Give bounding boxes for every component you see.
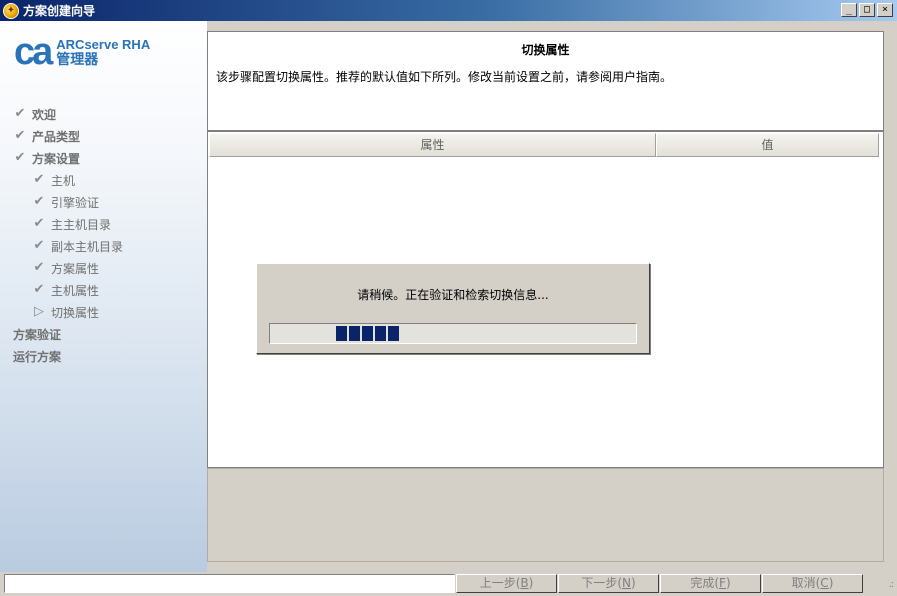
ca-logo: ca	[14, 31, 53, 73]
nav-item-run-scenario: 运行方案	[13, 346, 61, 366]
nav-item-label: 主主机目录	[51, 217, 112, 232]
check-icon: ✔	[14, 128, 26, 143]
nav-item-engine-verify: ✔ 引擎验证	[32, 192, 99, 212]
nav-item-scenario-props: ✔ 方案属性	[32, 258, 99, 278]
progress-block	[375, 326, 386, 341]
check-icon: ✔	[33, 282, 45, 297]
nav-item-welcome: ✔ 欢迎	[13, 104, 56, 124]
nav-item-label: 欢迎	[32, 107, 57, 122]
wizard-sidebar: ca ARCserve RHA 管理器 ✔ 欢迎 ✔ 产品类型 ✔ 方案设置 ✔…	[0, 21, 207, 572]
nav-item-master-dirs: ✔ 主主机目录	[32, 214, 111, 234]
check-icon: ✔	[33, 216, 45, 231]
nav-item-label: 副本主机目录	[51, 239, 124, 254]
nav-item-label: 引擎验证	[51, 195, 100, 210]
finish-button[interactable]: 完成(F)	[660, 574, 761, 593]
nav-item-scenario-setup: ✔ 方案设置	[13, 148, 80, 168]
nav-item-label: 产品类型	[32, 129, 81, 144]
nav-item-label: 主机属性	[51, 283, 100, 298]
nav-item-label: 运行方案	[13, 349, 62, 364]
description-panel	[207, 468, 884, 562]
nav-item-switchover-props: ▷ 切换属性	[32, 302, 99, 322]
progress-bar	[269, 323, 637, 344]
logo: ca ARCserve RHA 管理器	[14, 31, 151, 73]
next-button[interactable]: 下一步(N)	[558, 574, 659, 593]
nav-item-label: 方案验证	[13, 327, 62, 342]
product-subtitle: 管理器	[56, 52, 99, 68]
page-title: 切换属性	[521, 43, 570, 57]
check-icon: ✔	[33, 172, 45, 187]
nav-item-hosts: ✔ 主机	[32, 170, 75, 190]
nav-item-product-type: ✔ 产品类型	[13, 126, 80, 146]
wait-message: 请稍候。正在验证和检索切换信息...	[357, 288, 549, 302]
check-icon: ✔	[14, 150, 26, 165]
progress-block	[362, 326, 373, 341]
button-bar: 上一步(B) 下一步(N) 完成(F) 取消(C) .:	[0, 572, 897, 596]
nav-item-label: 主机	[51, 173, 76, 188]
nav-item-label: 方案设置	[32, 151, 81, 166]
app-icon[interactable]: ✦	[3, 2, 19, 19]
progress-block	[388, 326, 399, 341]
nav-item-host-props: ✔ 主机属性	[32, 280, 99, 300]
table-header: 属性 值	[209, 133, 879, 157]
window-title: 方案创建向导	[23, 4, 96, 18]
cancel-button[interactable]: 取消(C)	[762, 574, 863, 593]
progress-block	[336, 326, 347, 341]
arrow-right-icon: ▷	[34, 304, 44, 319]
resize-grip-icon[interactable]: .:	[888, 579, 893, 590]
nav-item-label: 方案属性	[51, 261, 100, 276]
column-header-value[interactable]: 值	[656, 133, 879, 157]
column-header-property[interactable]: 属性	[209, 133, 656, 157]
product-name: ARCserve RHA	[56, 37, 151, 52]
check-icon: ✔	[33, 238, 45, 253]
page-description: 该步骤配置切换属性。推荐的默认值如下所列。修改当前设置之前，请参阅用户指南。	[216, 70, 673, 84]
check-icon: ✔	[33, 260, 45, 275]
minimize-button[interactable]: _	[841, 3, 857, 17]
maximize-button[interactable]: □	[859, 3, 875, 17]
status-field	[4, 574, 455, 593]
nav-item-scenario-verify: 方案验证	[13, 324, 61, 344]
wait-dialog: 请稍候。正在验证和检索切换信息...	[256, 263, 650, 354]
check-icon: ✔	[14, 106, 26, 121]
nav-item-label: 切换属性	[51, 305, 100, 320]
title-bar: ✦ 方案创建向导 _ □ ×	[0, 0, 897, 21]
step-header: 切换属性 该步骤配置切换属性。推荐的默认值如下所列。修改当前设置之前，请参阅用户…	[207, 31, 884, 131]
close-button[interactable]: ×	[877, 3, 893, 17]
prev-button[interactable]: 上一步(B)	[456, 574, 557, 593]
progress-block	[349, 326, 360, 341]
nav-item-replica-dirs: ✔ 副本主机目录	[32, 236, 123, 256]
window-controls: _ □ ×	[841, 3, 893, 17]
check-icon: ✔	[33, 194, 45, 209]
